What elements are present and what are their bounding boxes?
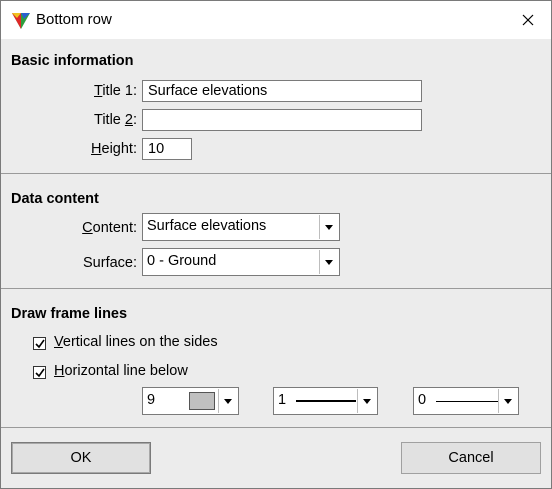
ok-button[interactable]: OK bbox=[11, 442, 151, 474]
height-input[interactable]: 10 bbox=[142, 138, 192, 160]
chevron-down-icon bbox=[504, 398, 512, 404]
window-title: Bottom row bbox=[36, 11, 112, 28]
line-style-dropdown[interactable]: 0 bbox=[413, 387, 519, 415]
close-icon bbox=[522, 14, 534, 26]
line-width-dropdown[interactable]: 1 bbox=[273, 387, 378, 415]
close-button[interactable] bbox=[511, 5, 545, 35]
content-dropdown-button[interactable] bbox=[319, 215, 338, 239]
line-color-dropdown-button[interactable] bbox=[218, 389, 237, 413]
line-width-value: 1 bbox=[278, 392, 287, 408]
basic-information-heading: Basic information bbox=[11, 53, 134, 69]
surface-dropdown-button[interactable] bbox=[319, 250, 338, 274]
chevron-down-icon bbox=[224, 398, 232, 404]
basic-information-section: Basic information Title 1: Surface eleva… bbox=[1, 39, 551, 174]
app-logo-icon bbox=[12, 13, 30, 29]
surface-dropdown-value: 0 - Ground bbox=[147, 253, 217, 269]
chevron-down-icon bbox=[363, 398, 371, 404]
dialog-window: Bottom row Basic information Title 1: Su… bbox=[0, 0, 552, 489]
title2-input[interactable] bbox=[142, 109, 422, 131]
surface-label: Surface: bbox=[83, 255, 137, 271]
draw-frame-lines-section: Draw frame lines Vertical lines on the s… bbox=[1, 288, 551, 428]
line-style-preview bbox=[436, 401, 498, 402]
chevron-down-icon bbox=[325, 224, 333, 230]
color-swatch bbox=[189, 392, 215, 410]
surface-dropdown[interactable]: 0 - Ground bbox=[142, 248, 340, 276]
line-color-value: 9 bbox=[147, 392, 156, 408]
vertical-lines-checkbox[interactable] bbox=[33, 337, 46, 350]
title-bar: Bottom row bbox=[1, 1, 551, 39]
horizontal-line-label[interactable]: Horizontal line below bbox=[54, 363, 188, 379]
data-content-section: Data content Content: Surface elevations… bbox=[1, 173, 551, 289]
checkmark-icon bbox=[34, 368, 45, 377]
line-color-dropdown[interactable]: 9 bbox=[142, 387, 239, 415]
line-style-value: 0 bbox=[418, 392, 427, 408]
content-dropdown-value: Surface elevations bbox=[147, 218, 267, 234]
title2-label: Title 2: bbox=[94, 112, 137, 128]
cancel-button[interactable]: Cancel bbox=[401, 442, 541, 474]
line-width-dropdown-button[interactable] bbox=[357, 389, 376, 413]
line-width-preview bbox=[296, 400, 356, 402]
vertical-lines-label[interactable]: Vertical lines on the sides bbox=[54, 334, 218, 350]
horizontal-line-checkbox[interactable] bbox=[33, 366, 46, 379]
height-label: Height: bbox=[91, 141, 137, 157]
chevron-down-icon bbox=[325, 259, 333, 265]
title1-label: Title 1: bbox=[94, 83, 137, 99]
content-dropdown[interactable]: Surface elevations bbox=[142, 213, 340, 241]
draw-frame-lines-heading: Draw frame lines bbox=[11, 306, 128, 322]
title1-input[interactable]: Surface elevations bbox=[142, 80, 422, 102]
data-content-heading: Data content bbox=[11, 191, 99, 207]
content-label: Content: bbox=[82, 220, 137, 236]
line-style-dropdown-button[interactable] bbox=[498, 389, 517, 413]
checkmark-icon bbox=[34, 339, 45, 348]
